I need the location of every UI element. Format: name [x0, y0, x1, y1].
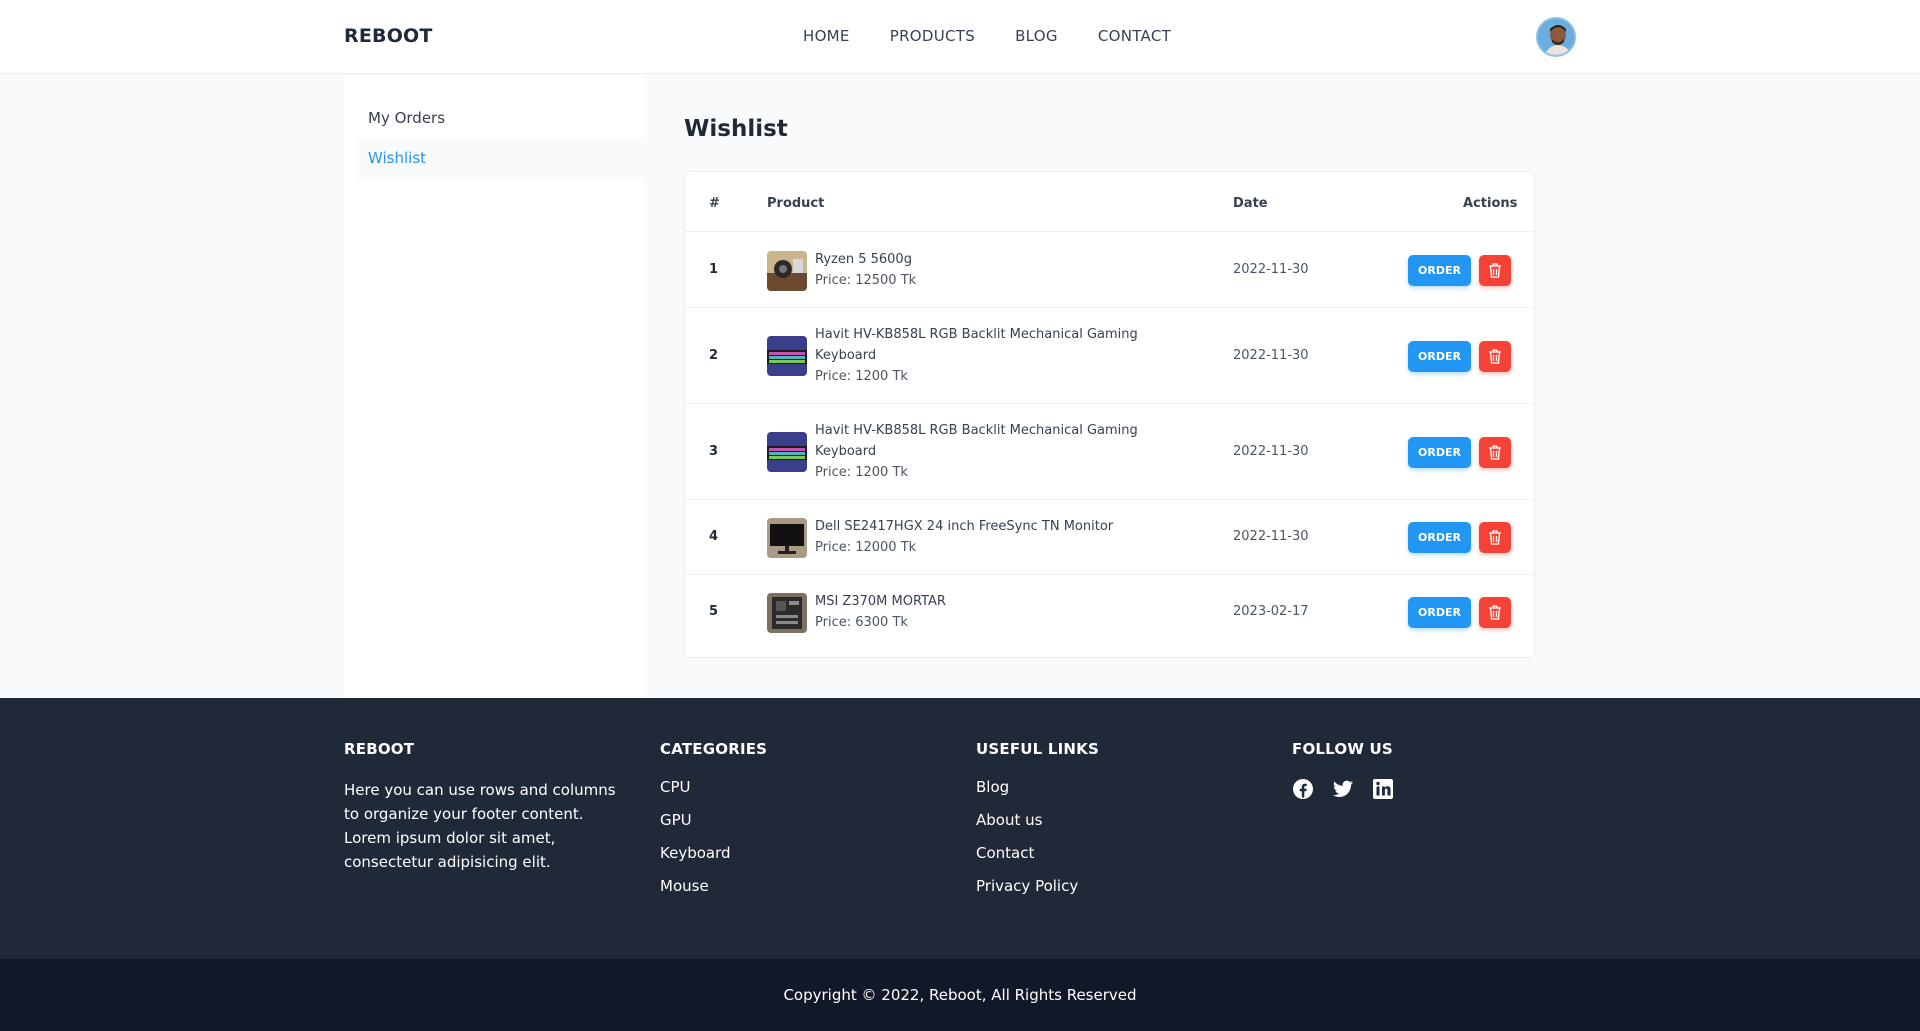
row-number: 5: [709, 604, 719, 619]
product-info: Havit HV-KB858L RGB Backlit Mechanical G…: [815, 420, 1155, 483]
row-date: 2022-11-30: [1233, 444, 1309, 459]
copyright-bar: Copyright © 2022, Reboot, All Rights Res…: [0, 959, 1920, 1031]
product-image: [767, 518, 807, 558]
footer-heading-brand: REBOOT: [344, 740, 415, 758]
brand-logo[interactable]: REBOOT: [344, 25, 433, 47]
footer-link-blog[interactable]: Blog: [976, 778, 1099, 796]
column-header-actions: Actions: [1463, 196, 1518, 211]
table-row: 3 Havit HV-KB858L RGB Backlit Mechanical…: [685, 404, 1534, 500]
delete-button[interactable]: [1479, 597, 1511, 628]
product-price: Price: 12500 Tk: [815, 273, 917, 288]
top-navbar: REBOOT HOME PRODUCTS BLOG CONTACT: [0, 0, 1920, 74]
footer-heading-useful-links: USEFUL LINKS: [976, 740, 1099, 758]
footer-about: REBOOT Here you can use rows and columns…: [344, 740, 624, 874]
product-name[interactable]: Havit HV-KB858L RGB Backlit Mechanical G…: [815, 324, 1155, 366]
sidebar-item-my-orders[interactable]: My Orders: [356, 98, 644, 138]
row-date: 2022-11-30: [1233, 348, 1309, 363]
column-header-number: #: [709, 196, 720, 211]
product-info: MSI Z370M MORTAR Price: 6300 Tk: [815, 591, 1155, 633]
trash-icon: [1489, 605, 1501, 620]
sidebar-item-wishlist[interactable]: Wishlist: [356, 138, 644, 178]
footer-heading-follow-us: FOLLOW US: [1292, 740, 1393, 758]
footer-categories: CATEGORIES CPU GPU Keyboard Mouse: [660, 740, 767, 910]
wishlist-table: # Product Date Actions 1 Ryzen 5 5600g P…: [684, 171, 1535, 658]
order-button[interactable]: ORDER: [1408, 437, 1471, 468]
footer-link-about-us[interactable]: About us: [976, 811, 1099, 829]
trash-icon: [1489, 349, 1501, 364]
product-info: Havit HV-KB858L RGB Backlit Mechanical G…: [815, 324, 1155, 387]
footer-link-keyboard[interactable]: Keyboard: [660, 844, 767, 862]
footer-follow-us: FOLLOW US: [1292, 740, 1394, 800]
footer-link-mouse[interactable]: Mouse: [660, 877, 767, 895]
copyright-text: Copyright © 2022, Reboot, All Rights Res…: [783, 986, 1137, 1004]
product-info: Ryzen 5 5600g Price: 12500 Tk: [815, 249, 1155, 291]
row-number: 1: [709, 262, 719, 277]
row-number: 2: [709, 348, 719, 363]
row-date: 2022-11-30: [1233, 262, 1309, 277]
site-footer: REBOOT Here you can use rows and columns…: [0, 698, 1920, 959]
row-date: 2022-11-30: [1233, 529, 1309, 544]
delete-button[interactable]: [1479, 437, 1511, 468]
product-price: Price: 1200 Tk: [815, 369, 908, 384]
order-button[interactable]: ORDER: [1408, 341, 1471, 372]
trash-icon: [1489, 530, 1501, 545]
order-button[interactable]: ORDER: [1408, 597, 1471, 628]
avatar-image: [1538, 19, 1574, 55]
footer-link-cpu[interactable]: CPU: [660, 778, 767, 796]
nav-home[interactable]: HOME: [803, 27, 850, 45]
footer-link-gpu[interactable]: GPU: [660, 811, 767, 829]
delete-button[interactable]: [1479, 255, 1511, 286]
table-row: 2 Havit HV-KB858L RGB Backlit Mechanical…: [685, 308, 1534, 404]
product-image: [767, 251, 807, 291]
product-price: Price: 12000 Tk: [815, 540, 917, 555]
table-row: 1 Ryzen 5 5600g Price: 12500 Tk 2022-11-…: [685, 233, 1534, 308]
facebook-icon[interactable]: [1292, 778, 1314, 800]
nav-contact[interactable]: CONTACT: [1098, 27, 1171, 45]
account-sidebar: My Orders Wishlist: [344, 75, 644, 698]
product-thumbnail[interactable]: [767, 518, 807, 558]
product-name[interactable]: Havit HV-KB858L RGB Backlit Mechanical G…: [815, 420, 1155, 462]
product-image: [767, 593, 807, 633]
table-row: 4 Dell SE2417HGX 24 inch FreeSync TN Mon…: [685, 500, 1534, 575]
page-title: Wishlist: [684, 116, 788, 142]
delete-button[interactable]: [1479, 522, 1511, 553]
footer-heading-categories: CATEGORIES: [660, 740, 768, 758]
nav-blog[interactable]: BLOG: [1015, 27, 1058, 45]
social-links: [1292, 778, 1394, 800]
product-info: Dell SE2417HGX 24 inch FreeSync TN Monit…: [815, 516, 1155, 558]
table-header: # Product Date Actions: [685, 172, 1534, 232]
user-avatar[interactable]: [1536, 17, 1576, 57]
row-number: 4: [709, 529, 719, 544]
trash-icon: [1489, 445, 1501, 460]
footer-useful-links: USEFUL LINKS Blog About us Contact Priva…: [976, 740, 1099, 910]
product-price: Price: 6300 Tk: [815, 615, 908, 630]
row-date: 2023-02-17: [1233, 604, 1309, 619]
product-image: [767, 432, 807, 472]
trash-icon: [1489, 263, 1501, 278]
delete-button[interactable]: [1479, 341, 1511, 372]
twitter-icon[interactable]: [1332, 778, 1354, 800]
footer-link-privacy-policy[interactable]: Privacy Policy: [976, 877, 1099, 895]
footer-about-text: Here you can use rows and columns to org…: [344, 781, 616, 871]
column-header-product: Product: [767, 196, 825, 211]
product-price: Price: 1200 Tk: [815, 465, 908, 480]
product-name[interactable]: Ryzen 5 5600g: [815, 249, 1155, 270]
product-name[interactable]: Dell SE2417HGX 24 inch FreeSync TN Monit…: [815, 516, 1155, 537]
main-nav: HOME PRODUCTS BLOG CONTACT: [803, 27, 1171, 45]
order-button[interactable]: ORDER: [1408, 255, 1471, 286]
product-thumbnail[interactable]: [767, 593, 807, 633]
linkedin-icon[interactable]: [1372, 778, 1394, 800]
product-thumbnail[interactable]: [767, 432, 807, 472]
product-thumbnail[interactable]: [767, 251, 807, 291]
column-header-date: Date: [1233, 196, 1268, 211]
nav-products[interactable]: PRODUCTS: [890, 27, 975, 45]
product-image: [767, 336, 807, 376]
row-number: 3: [709, 444, 719, 459]
order-button[interactable]: ORDER: [1408, 522, 1471, 553]
product-name[interactable]: MSI Z370M MORTAR: [815, 591, 1155, 612]
table-row: 5 MSI Z370M MORTAR Price: 6300 Tk 2023-0…: [685, 575, 1534, 657]
footer-link-contact[interactable]: Contact: [976, 844, 1099, 862]
product-thumbnail[interactable]: [767, 336, 807, 376]
